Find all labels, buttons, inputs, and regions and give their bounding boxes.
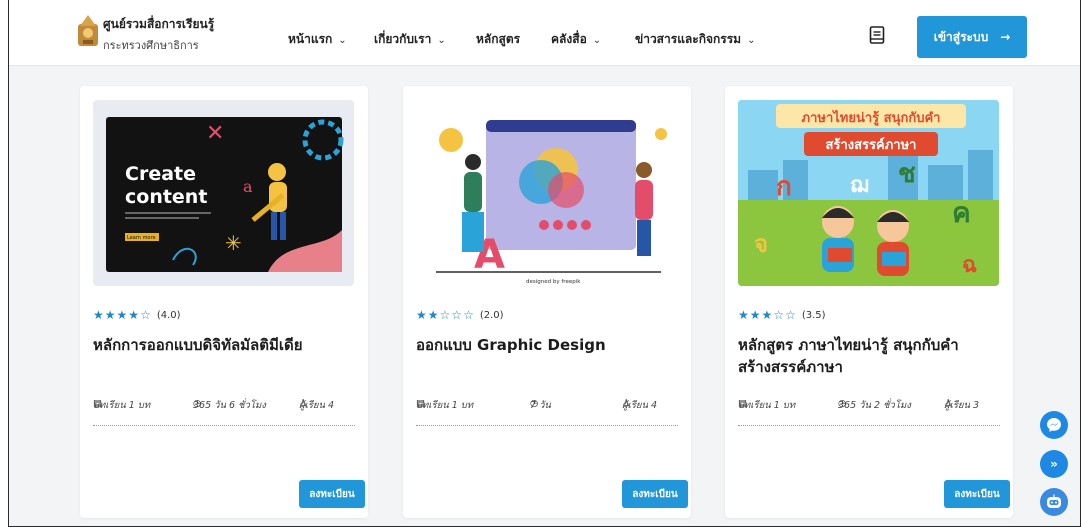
- thai-letter: ฌ: [850, 173, 869, 198]
- course-thumbnail[interactable]: ภาษาไทยน่ารู้ สนุกกับคำ สร้างสรรค์ภาษา ก…: [738, 100, 999, 286]
- thumb-learn-more: Learn more: [127, 235, 156, 241]
- star-empty-icon: ☆: [785, 308, 796, 322]
- thai-letter: ก: [776, 172, 792, 202]
- course-thumbnail[interactable]: ✕ Create content Learn more a ✳: [93, 100, 354, 286]
- card-divider: [93, 425, 355, 426]
- nav-news[interactable]: ข่าวสารและกิจกรรม ⌄: [635, 30, 755, 49]
- star-full-icon: ★: [104, 308, 116, 322]
- svg-text:✳: ✳: [225, 231, 242, 255]
- page-frame: ศูนย์รวมสื่อการเรียนรู้ กระทรวงศึกษาธิกา…: [8, 0, 1081, 527]
- student-count: ผู้เรียน 3: [944, 400, 980, 411]
- chatbot-button[interactable]: [1040, 488, 1068, 516]
- brand[interactable]: ศูนย์รวมสื่อการเรียนรู้ กระทรวงศึกษาธิกา…: [103, 15, 214, 54]
- course-title[interactable]: หลักการออกแบบดิจิทัลมัลติมีเดีย: [93, 334, 358, 356]
- star-full-icon: ★: [416, 308, 427, 322]
- messenger-icon: [1047, 418, 1061, 432]
- svg-text:✕: ✕: [206, 121, 224, 146]
- enroll-button[interactable]: ลงทะเบียน: [622, 480, 688, 508]
- star-full-icon: ★: [116, 308, 128, 322]
- course-rating: ★ ★ ☆ ☆ ☆ (2.0): [416, 308, 504, 322]
- card-divider: [738, 425, 1000, 426]
- course-meta: ▤ บทเรียน 1 บท ◷ 7 วัน ♙ ผู้เรียน 4: [416, 398, 678, 414]
- lesson-count: บทเรียน 1 บท: [738, 400, 796, 411]
- svg-text:a: a: [243, 177, 253, 196]
- chevron-down-icon: ⌄: [437, 35, 446, 46]
- course-duration: 365 วัน 2 ชั่วโมง: [838, 400, 911, 411]
- course-thumbnail[interactable]: A designed by freepik: [416, 100, 677, 286]
- nav-courses-label: หลักสูตร: [476, 32, 521, 46]
- thai-letter: จ: [754, 230, 768, 258]
- star-full-icon: ★: [761, 308, 773, 322]
- star-empty-icon: ☆: [463, 308, 474, 322]
- thai-letter: ฉ: [962, 253, 977, 278]
- nav-about[interactable]: เกี่ยวกับเรา ⌄: [374, 30, 446, 49]
- create-content-illustration: ✕ Create content Learn more a ✳: [106, 117, 344, 272]
- enroll-button[interactable]: ลงทะเบียน: [299, 480, 365, 508]
- chatbot-icon: [1047, 494, 1061, 508]
- thumb-banner-1: ภาษาไทยน่ารู้ สนุกกับคำ: [802, 109, 941, 126]
- chevron-down-icon: ⌄: [338, 35, 347, 46]
- course-meta: ▤ บทเรียน 1 บท ◷ 365 วัน 6 ชั่วโมง ♙ ผู้เรี…: [93, 398, 355, 414]
- course-title[interactable]: หลักสูตร ภาษาไทยน่ารู้ สนุกกับคำ สร้างสร…: [738, 334, 1003, 378]
- thumb-text-content: content: [125, 186, 207, 208]
- lesson-count: บทเรียน 1 บท: [416, 400, 474, 411]
- thai-letter: ช: [898, 159, 916, 189]
- star-full-icon: ★: [738, 308, 749, 322]
- star-full-icon: ★: [93, 308, 104, 322]
- rating-value: (4.0): [156, 309, 181, 321]
- star-empty-icon: ☆: [451, 308, 463, 322]
- enroll-button[interactable]: ลงทะเบียน: [944, 480, 1010, 508]
- course-title[interactable]: ออกแบบ Graphic Design: [416, 334, 681, 356]
- login-button-label: เข้าสู่ระบบ: [933, 29, 989, 44]
- site-header: ศูนย์รวมสื่อการเรียนรู้ กระทรวงศึกษาธิกา…: [9, 0, 1080, 66]
- star-empty-icon: ☆: [140, 308, 151, 322]
- course-meta: ▤ บทเรียน 1 บท ◷ 365 วัน 2 ชั่วโมง ♙ ผู้เรี…: [738, 398, 1000, 414]
- star-full-icon: ★: [427, 308, 439, 322]
- course-rating: ★ ★ ★ ★ ☆ (4.0): [93, 308, 181, 322]
- course-card[interactable]: ภาษาไทยน่ารู้ สนุกกับคำ สร้างสรรค์ภาษา ก…: [725, 86, 1013, 518]
- chevron-down-icon: ⌄: [592, 35, 602, 46]
- scroll-top-button[interactable]: »: [1040, 450, 1068, 478]
- course-duration: 7 วัน: [530, 400, 551, 411]
- star-empty-icon: ☆: [773, 308, 785, 322]
- nav-media[interactable]: คลังสื่อ ⌄: [551, 30, 601, 49]
- nav-media-label: คลังสื่อ: [551, 32, 587, 46]
- thumb-credit: designed by freepik: [526, 279, 581, 285]
- student-count: ผู้เรียน 4: [299, 400, 335, 411]
- course-rating: ★ ★ ★ ☆ ☆ (3.5): [738, 308, 826, 322]
- course-card[interactable]: ✕ Create content Learn more a ✳ ★ ★ ★ ★ …: [80, 86, 368, 518]
- thumb-text-create: Create: [125, 163, 196, 185]
- student-count: ผู้เรียน 4: [622, 400, 658, 411]
- rating-value: (3.5): [801, 309, 826, 321]
- star-full-icon: ★: [749, 308, 761, 322]
- brand-subtitle: กระทรวงศึกษาธิการ: [103, 39, 199, 52]
- login-button[interactable]: เข้าสู่ระบบ →: [917, 16, 1027, 58]
- course-card[interactable]: A designed by freepik ★ ★ ☆ ☆ ☆ (2.0) ออ…: [403, 86, 691, 518]
- course-duration: 365 วัน 6 ชั่วโมง: [193, 400, 266, 411]
- star-empty-icon: ☆: [439, 308, 451, 322]
- nav-home[interactable]: หน้าแรก ⌄: [288, 30, 347, 49]
- nav-news-label: ข่าวสารและกิจกรรม: [635, 32, 742, 46]
- chevron-down-icon: ⌄: [747, 35, 756, 46]
- nav-courses[interactable]: หลักสูตร: [476, 30, 520, 49]
- card-divider: [416, 425, 678, 426]
- thai-letter: ค: [952, 196, 971, 229]
- graphic-design-illustration: A designed by freepik: [436, 120, 667, 285]
- thai-language-illustration: ภาษาไทยน่ารู้ สนุกกับคำ สร้างสรรค์ภาษา ก…: [738, 100, 999, 286]
- nav-home-label: หน้าแรก: [288, 32, 333, 46]
- star-full-icon: ★: [128, 308, 140, 322]
- messenger-button[interactable]: [1040, 411, 1068, 439]
- thumb-banner-2: สร้างสรรค์ภาษา: [826, 137, 917, 153]
- lesson-count: บทเรียน 1 บท: [93, 400, 151, 411]
- brand-title: ศูนย์รวมสื่อการเรียนรู้: [103, 17, 215, 31]
- ministry-logo-icon[interactable]: [77, 14, 99, 48]
- arrow-right-icon: →: [1000, 30, 1011, 44]
- rating-value: (2.0): [479, 309, 504, 321]
- book-icon[interactable]: [869, 26, 885, 44]
- nav-about-label: เกี่ยวกับเรา: [374, 32, 432, 46]
- chevrons-up-icon: »: [1050, 457, 1058, 471]
